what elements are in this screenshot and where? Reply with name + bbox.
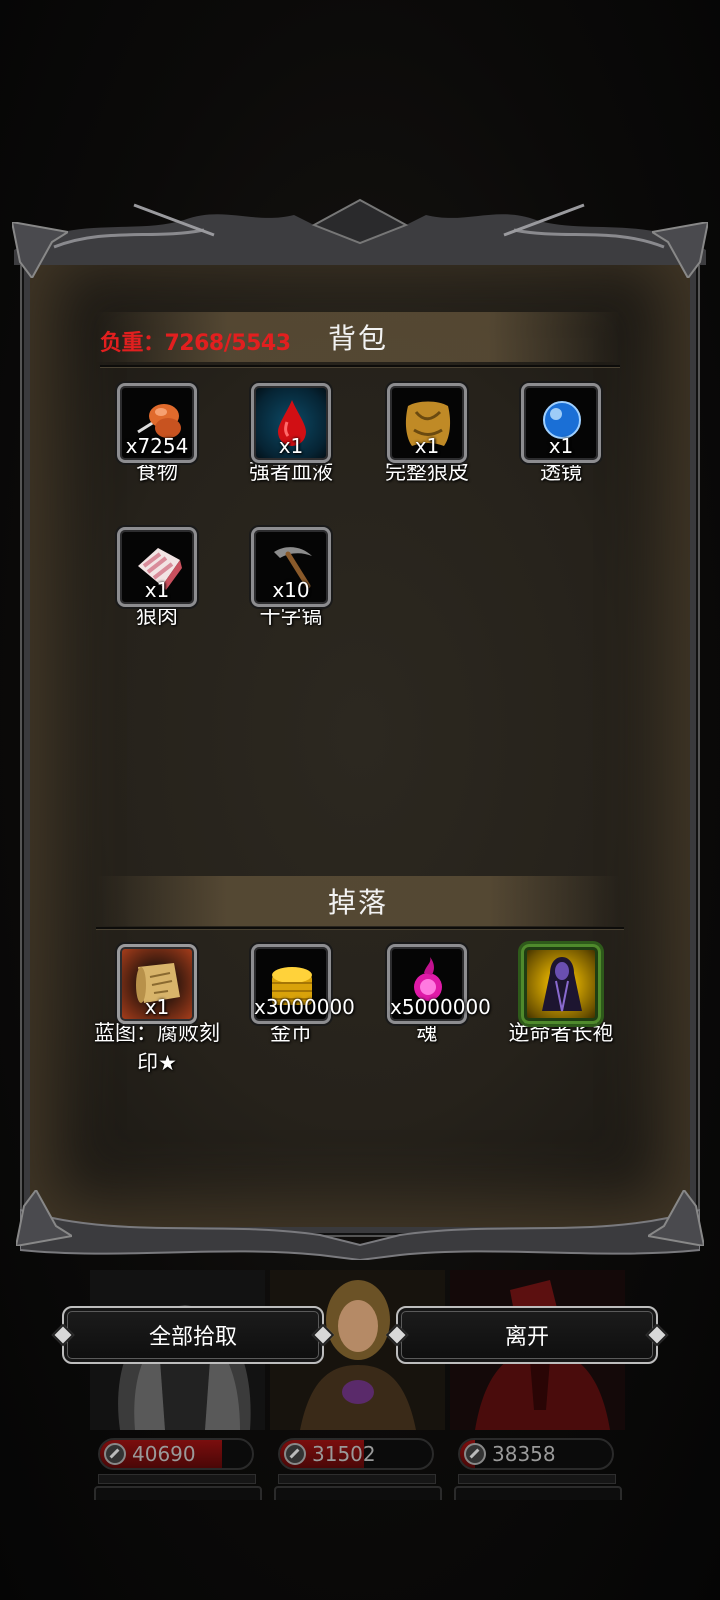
frame-corner-ornament [652,222,708,278]
hero-name-plate [454,1486,622,1500]
hero-sub-bar [98,1474,256,1484]
hero-name-plate [274,1486,442,1500]
inventory-title: 背包 [327,322,388,355]
item-slot[interactable]: x10 [251,527,331,607]
weight-indicator: 负重：7268/5543 [100,331,291,356]
frame-corner-ornament [648,1190,704,1246]
hero-card-1[interactable]: 40690 [90,1270,265,1500]
frame-bottom-ornament [20,1208,700,1260]
item-quantity: x7254 [125,434,189,458]
hero-hp-value: 38358 [492,1442,556,1466]
item-quantity: x1 [548,434,574,458]
hero-hp-value: 40690 [132,1442,196,1466]
drops-title: 掉落 [327,886,388,919]
item-slot[interactable]: x1 [251,383,331,463]
item-quantity: x1 [144,578,170,602]
item-quantity: x10 [272,578,310,602]
item-name: 蓝图：腐败刻印★ [94,1021,220,1075]
inventory-item-wolf-pelt[interactable]: x1 完整狼皮 [362,383,492,487]
item-slot[interactable]: x1 [387,383,467,463]
item-slot[interactable]: x7254 [117,383,197,463]
frame-corner-ornament [16,1190,72,1246]
hero-hp-value: 31502 [312,1442,376,1466]
inventory-item-food[interactable]: x7254 食物 [92,383,222,487]
item-slot[interactable]: x3000000 [251,944,355,1024]
divider [96,927,624,929]
item-slot[interactable]: x1 [117,527,197,607]
leave-button[interactable]: 离开 [396,1306,658,1364]
hooded-robe-icon [542,957,582,1012]
item-quantity: x1 [414,434,440,458]
hero-name-plate [94,1486,262,1500]
inventory-item-strong-blood[interactable]: x1 强者血液 [226,383,356,487]
sword-icon [464,1443,486,1465]
hero-hp-bar: 40690 [98,1438,254,1470]
frame-corner-ornament [12,222,68,278]
drop-item-soul[interactable]: x5000000 魂 [362,944,492,1048]
hero-hp-bar: 31502 [278,1438,434,1470]
item-quantity: x3000000 [254,995,355,1019]
inventory-item-pickaxe[interactable]: x10 十字镐 [226,527,356,631]
sword-icon [284,1443,306,1465]
inventory-item-wolf-meat[interactable]: x1 狼肉 [92,527,222,631]
sword-icon [104,1443,126,1465]
hero-sub-bar [458,1474,616,1484]
drop-item-blueprint[interactable]: x1 蓝图：腐败刻印★ [92,944,222,1078]
hero-sub-bar [278,1474,436,1484]
drop-item-robe[interactable]: 逆命者长袍 [496,944,626,1048]
inventory-item-lens[interactable]: x1 透镜 [496,383,626,487]
divider [100,365,620,367]
item-quantity: x1 [278,434,304,458]
item-quantity: x1 [144,995,170,1019]
item-slot[interactable]: x1 [117,944,197,1024]
dragon-crest-ornament [14,198,706,265]
hero-hp-bar: 38358 [458,1438,614,1470]
item-slot[interactable] [521,944,601,1024]
item-slot[interactable]: x1 [521,383,601,463]
hero-card-3[interactable]: 38358 [450,1270,625,1500]
hero-card-2[interactable]: 31502 [270,1270,445,1500]
pick-all-button[interactable]: 全部拾取 [62,1306,324,1364]
drops-header: 掉落 [96,876,620,926]
item-slot[interactable]: x5000000 [387,944,491,1024]
drop-item-gold-coins[interactable]: x3000000 金币 [226,944,356,1048]
item-quantity: x5000000 [390,995,491,1019]
